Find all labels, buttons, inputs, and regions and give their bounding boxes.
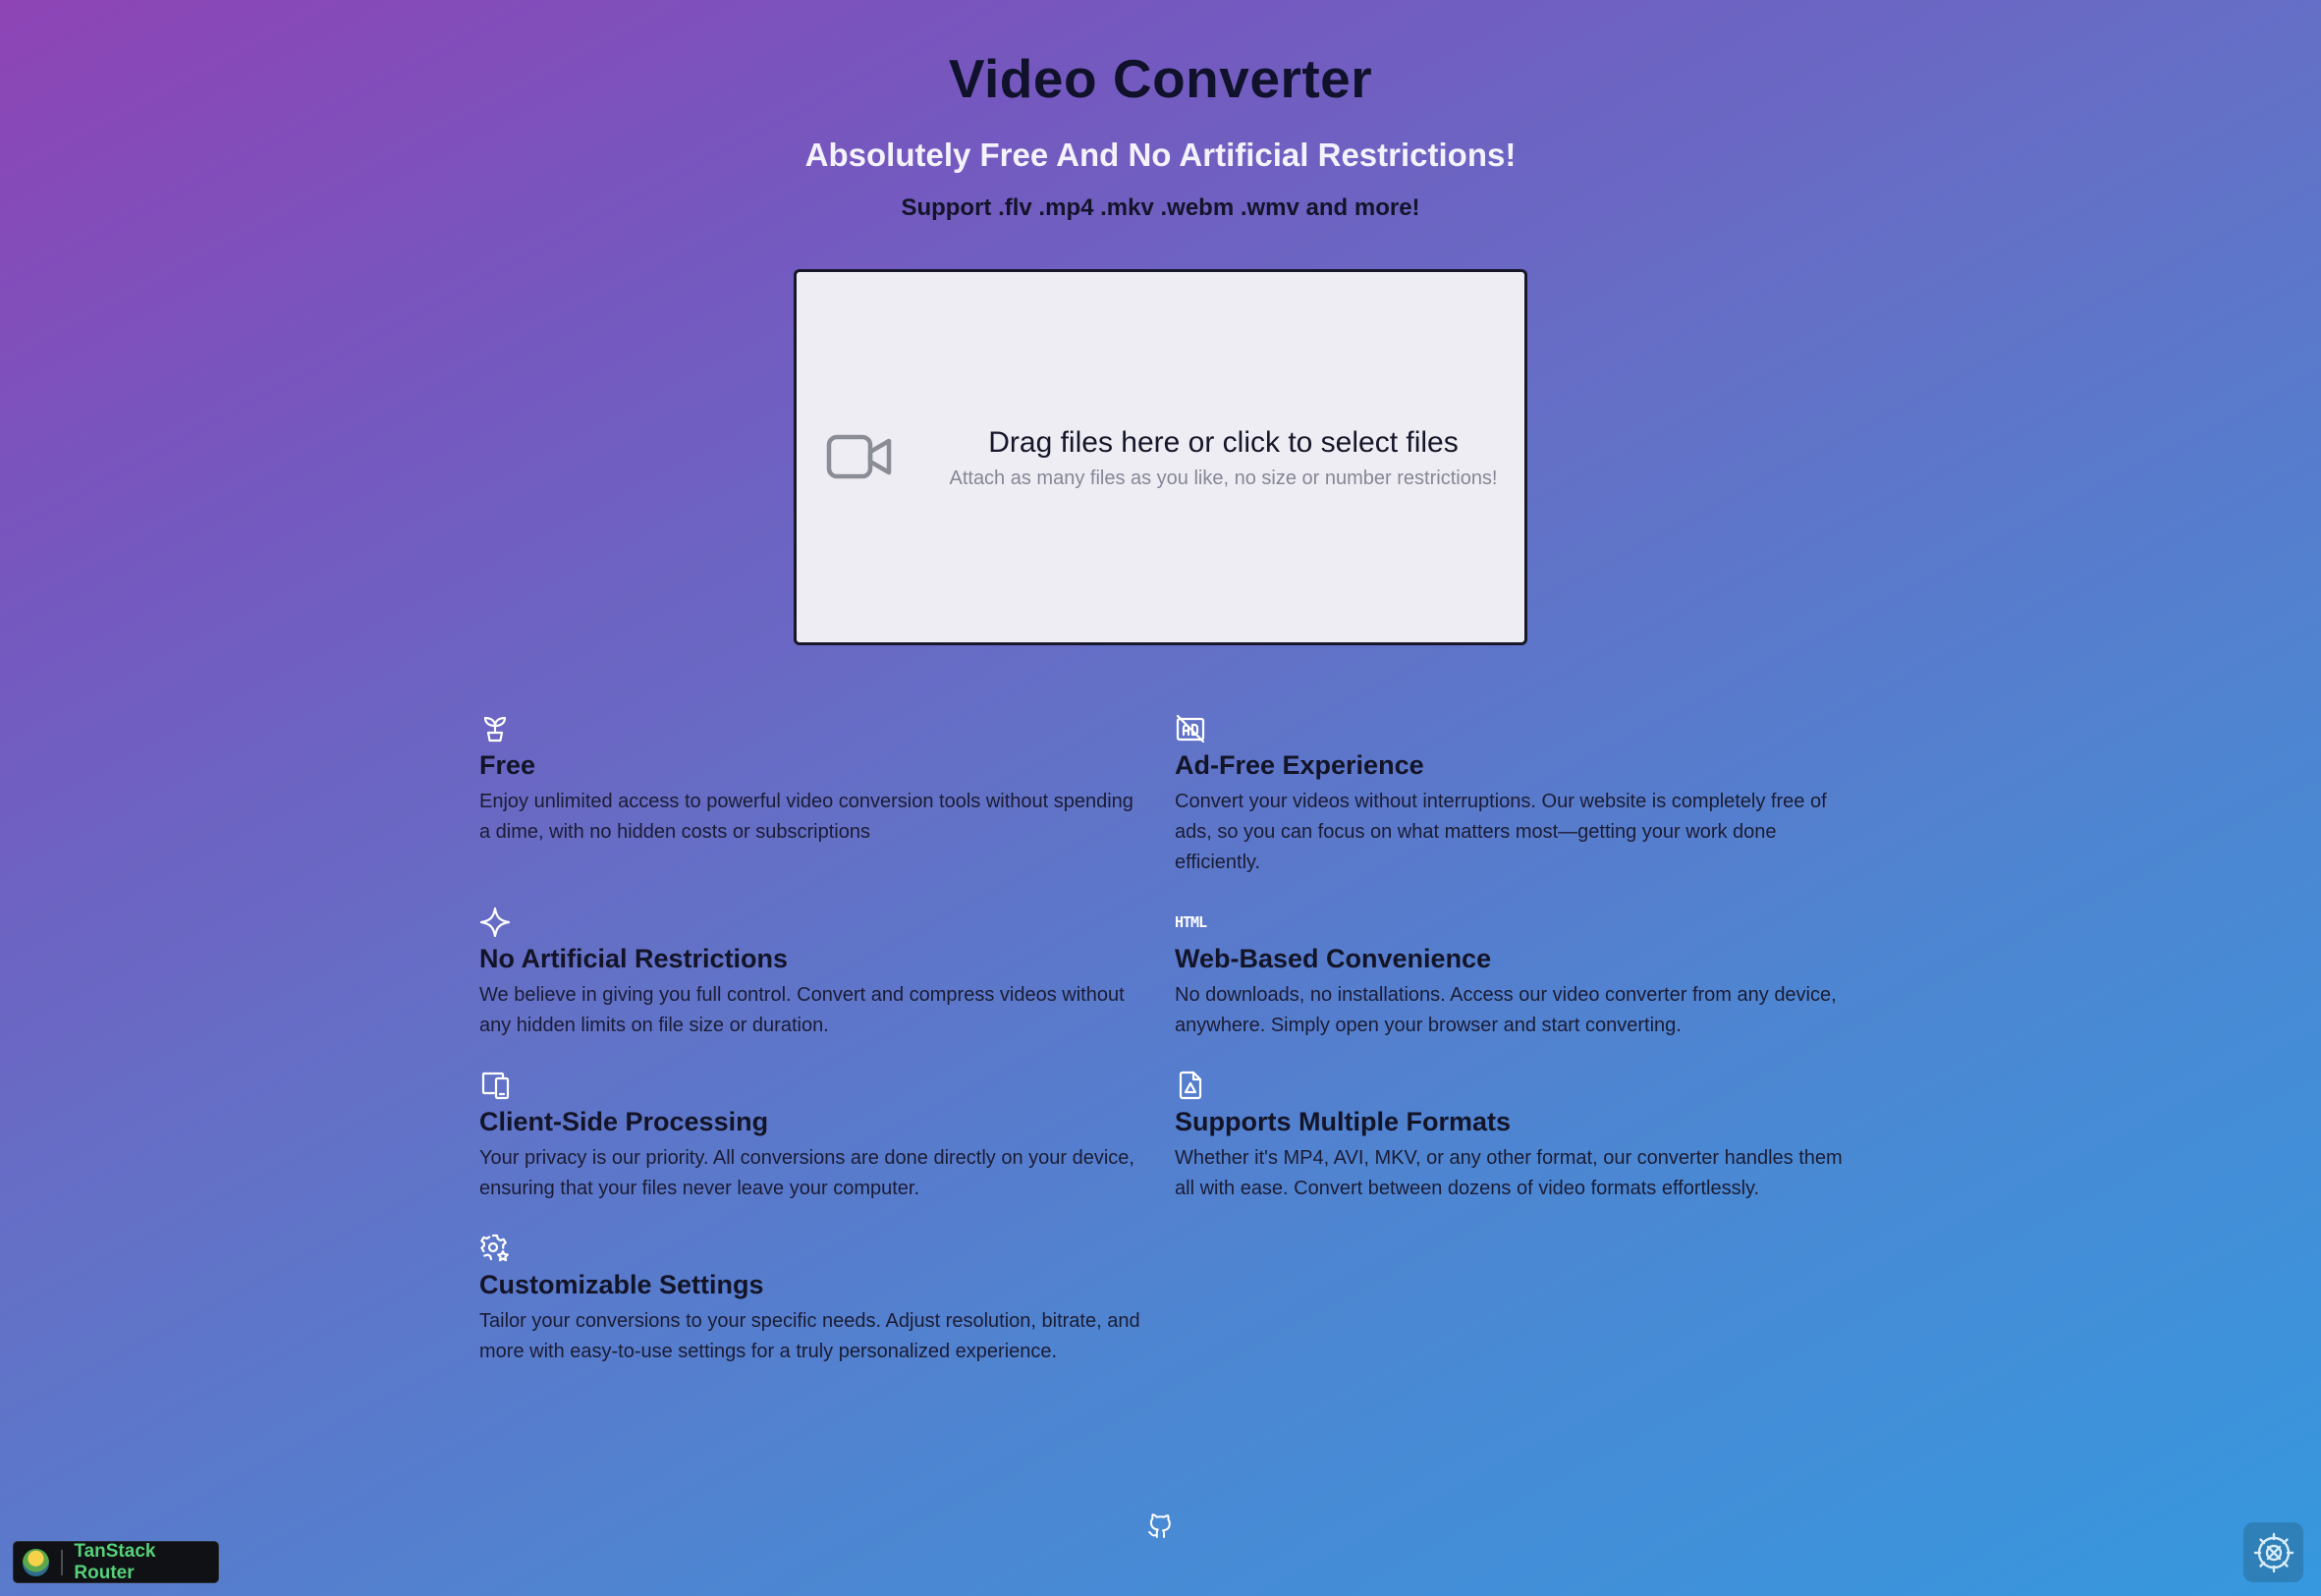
feature-web-based: HTML Web-Based Convenience No downloads,… bbox=[1175, 907, 1843, 1041]
settings-star-icon bbox=[480, 1234, 509, 1262]
query-devtools-icon bbox=[2253, 1532, 2293, 1572]
dropzone-main-text: Drag files here or click to select files bbox=[988, 426, 1459, 459]
divider bbox=[61, 1549, 64, 1575]
file-format-icon bbox=[1179, 1071, 1202, 1100]
plant-sprout-icon bbox=[483, 716, 507, 743]
video-camera-icon bbox=[826, 434, 892, 479]
feature-description: Tailor your conversions to your specific… bbox=[479, 1310, 1140, 1362]
tanstack-logo-icon bbox=[23, 1548, 50, 1576]
feature-description: No downloads, no installations. Access o… bbox=[1175, 984, 1837, 1036]
features-grid: Free Enjoy unlimited access to powerful … bbox=[479, 713, 1864, 1371]
github-icon[interactable] bbox=[1145, 1509, 1175, 1538]
supported-formats: Support .flv .mp4 .mkv .webm .wmv and mo… bbox=[901, 194, 1420, 221]
feature-title: Ad-Free Experience bbox=[1175, 750, 1424, 780]
feature-description: Convert your videos without interruption… bbox=[1175, 791, 1827, 873]
feature-title: No Artificial Restrictions bbox=[479, 944, 789, 973]
feature-description: Enjoy unlimited access to powerful video… bbox=[479, 791, 1133, 843]
page-subtitle: Absolutely Free And No Artificial Restri… bbox=[804, 137, 1517, 173]
dropzone-text: Drag files here or click to select files… bbox=[942, 426, 1505, 490]
devtools-label: TanStack Router bbox=[74, 1540, 156, 1583]
html-icon: HTML bbox=[1175, 913, 1207, 931]
feature-free: Free Enjoy unlimited access to powerful … bbox=[479, 713, 1147, 848]
query-devtools-button[interactable] bbox=[2243, 1522, 2303, 1582]
dropzone-sub-text: Attach as many files as you like, no siz… bbox=[949, 468, 1498, 489]
file-dropzone[interactable]: Drag files here or click to select files… bbox=[794, 269, 1527, 645]
page-title: Video Converter bbox=[948, 48, 1373, 109]
feature-client-side: Client-Side Processing Your privacy is o… bbox=[479, 1070, 1147, 1204]
feature-title: Client-Side Processing bbox=[479, 1107, 769, 1136]
feature-description: Your privacy is our priority. All conver… bbox=[479, 1147, 1134, 1199]
feature-title: Free bbox=[479, 750, 536, 780]
tanstack-router-devtools-button[interactable]: TanStack Router bbox=[13, 1541, 219, 1583]
sparkle-icon bbox=[479, 907, 511, 938]
feature-title: Customizable Settings bbox=[479, 1270, 764, 1299]
feature-multiple-formats: Supports Multiple Formats Whether it's M… bbox=[1175, 1070, 1843, 1204]
feature-description: Whether it's MP4, AVI, MKV, or any other… bbox=[1175, 1147, 1843, 1199]
page-header: Video Converter Absolutely Free And No A… bbox=[0, 47, 2321, 222]
ad-off-icon bbox=[1176, 714, 1205, 743]
feature-ad-free: Ad-Free Experience Convert your videos w… bbox=[1175, 713, 1843, 878]
feature-customizable-settings: Customizable Settings Tailor your conver… bbox=[479, 1233, 1147, 1367]
devices-icon bbox=[481, 1072, 510, 1100]
feature-no-restrictions: No Artificial Restrictions We believe in… bbox=[479, 907, 1147, 1041]
feature-title: Web-Based Convenience bbox=[1175, 944, 1492, 973]
feature-description: We believe in giving you full control. C… bbox=[479, 984, 1125, 1036]
feature-title: Supports Multiple Formats bbox=[1175, 1107, 1512, 1136]
